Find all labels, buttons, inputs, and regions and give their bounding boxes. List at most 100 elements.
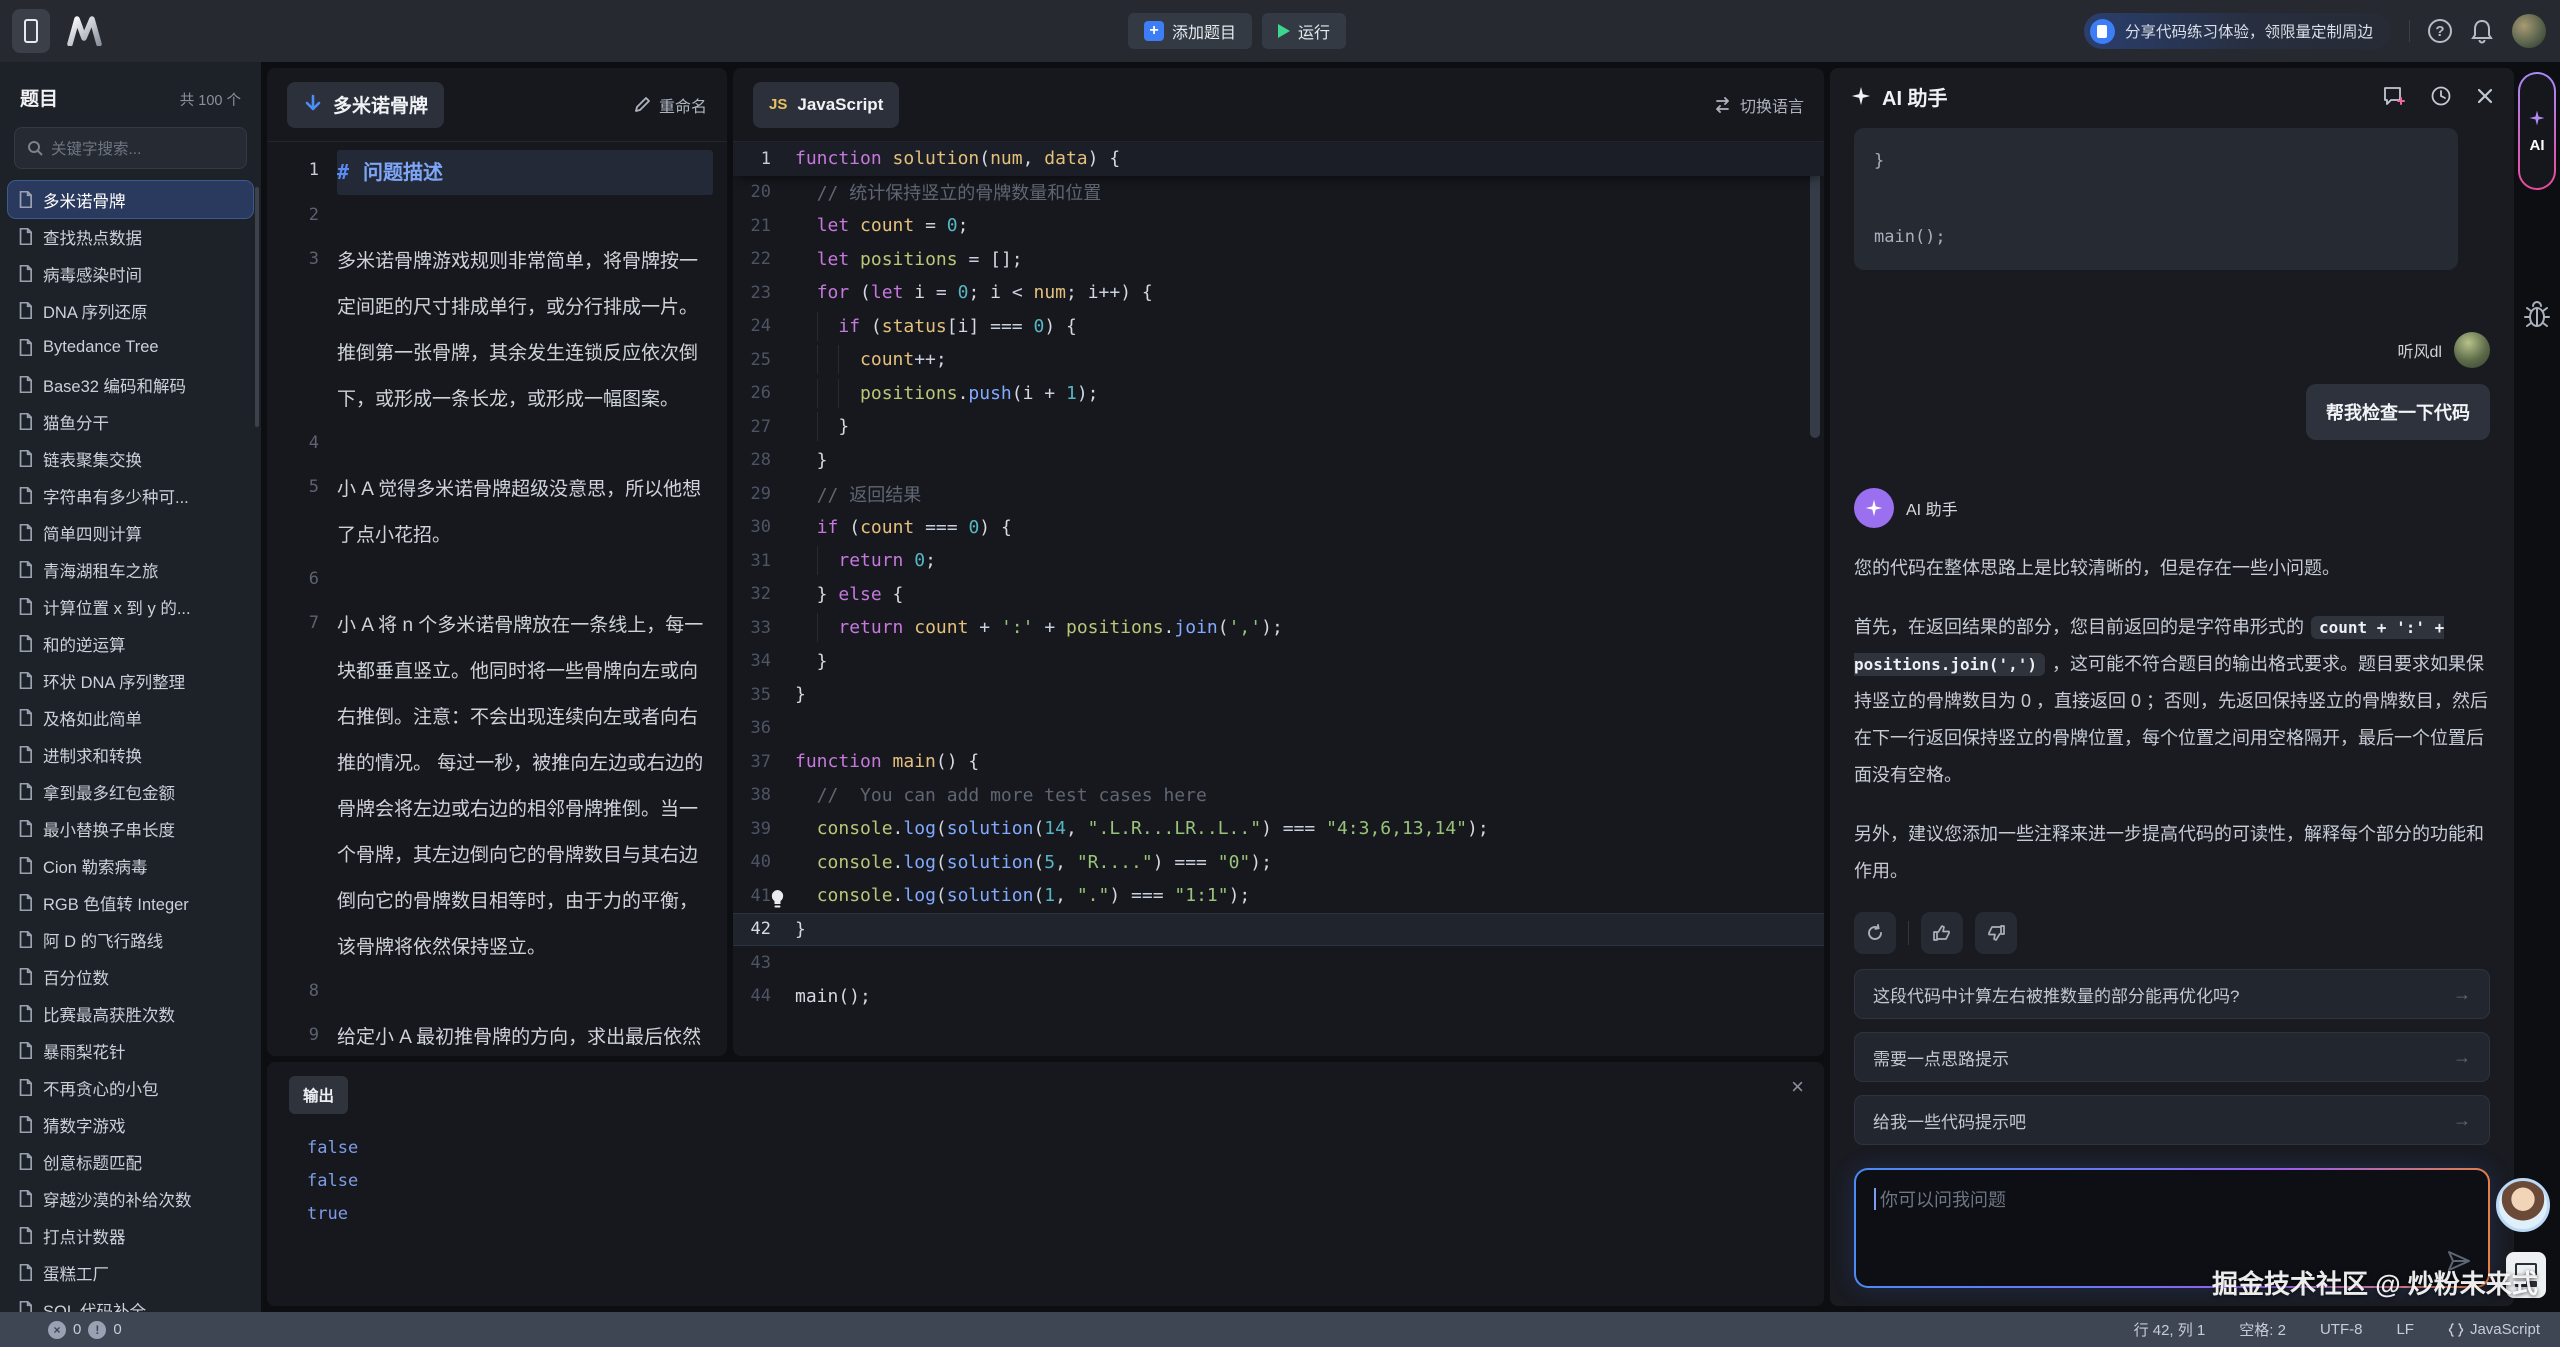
code-line[interactable]: 36 xyxy=(733,712,1824,746)
language-mode[interactable]: JavaScript xyxy=(2448,1321,2540,1338)
errors-icon[interactable]: × xyxy=(48,1321,66,1339)
thumbs-down-button[interactable] xyxy=(1975,912,2017,954)
indentation-setting[interactable]: 空格: 2 xyxy=(2239,1319,2286,1340)
add-question-button[interactable]: + 添加题目 xyxy=(1128,13,1252,49)
sidebar-item[interactable]: Base32 编码和解码 xyxy=(8,366,253,403)
code-line[interactable]: 29 // 返回结果 xyxy=(733,477,1824,511)
code-line[interactable]: 39 console.log(solution(14, ".L.R...LR..… xyxy=(733,812,1824,846)
sidebar-item[interactable]: 简单四则计算 xyxy=(8,514,253,551)
sidebar-item[interactable]: 蛋糕工厂 xyxy=(8,1254,253,1291)
line-number: 32 xyxy=(733,584,795,604)
sidebar-item[interactable]: 阿 D 的飞行路线 xyxy=(8,921,253,958)
code-line[interactable]: 38 // You can add more test cases here xyxy=(733,779,1824,813)
code-line[interactable]: 28 } xyxy=(733,444,1824,478)
code-line[interactable]: 20 // 统计保持竖立的骨牌数量和位置 xyxy=(733,176,1824,210)
code-line[interactable]: 23 for (let i = 0; i < num; i++) { xyxy=(733,276,1824,310)
regenerate-button[interactable] xyxy=(1854,912,1896,954)
warnings-icon[interactable]: ! xyxy=(88,1321,106,1339)
sidebar-item[interactable]: 比赛最高获胜次数 xyxy=(8,995,253,1032)
rename-button[interactable]: 重命名 xyxy=(634,93,707,117)
sidebar-item[interactable]: 链表聚集交换 xyxy=(8,440,253,477)
line-number: 2 xyxy=(267,195,337,239)
suggestion-chip[interactable]: 给我一些代码提示吧→ xyxy=(1854,1095,2490,1145)
close-icon[interactable]: × xyxy=(1791,1076,1804,1098)
suggestion-chip[interactable]: 这段代码中计算左右被推数量的部分能再优化吗?→ xyxy=(1854,969,2490,1019)
sidebar-item[interactable]: 穿越沙漠的补给次数 xyxy=(8,1180,253,1217)
sidebar-item[interactable]: 猫鱼分干 xyxy=(8,403,253,440)
user-avatar[interactable] xyxy=(2512,14,2546,48)
sidebar-item[interactable]: 创意标题匹配 xyxy=(8,1143,253,1180)
code-line[interactable]: 34 } xyxy=(733,645,1824,679)
sidebar-item[interactable]: 和的逆运算 xyxy=(8,625,253,662)
history-icon[interactable] xyxy=(2430,85,2452,107)
sidebar-item[interactable]: 查找热点数据 xyxy=(8,218,253,255)
code-line[interactable]: 42} xyxy=(733,913,1824,947)
ai-sidebar-toggle[interactable]: AI xyxy=(2518,72,2556,190)
code-line[interactable]: 43 xyxy=(733,946,1824,980)
editor-scrollbar[interactable] xyxy=(1810,148,1820,438)
sidebar-item[interactable]: 及格如此简单 xyxy=(8,699,253,736)
sidebar-item[interactable]: 环状 DNA 序列整理 xyxy=(8,662,253,699)
lightbulb-icon[interactable] xyxy=(769,889,786,909)
bell-icon[interactable] xyxy=(2470,18,2494,44)
sidebar-item[interactable]: DNA 序列还原 xyxy=(8,292,253,329)
sidebar-item[interactable]: 病毒感染时间 xyxy=(8,255,253,292)
sidebar-item[interactable]: 进制求和转换 xyxy=(8,736,253,773)
code-line[interactable]: 26 positions.push(i + 1); xyxy=(733,377,1824,411)
code-line[interactable]: 1function solution(num, data) { xyxy=(733,142,1824,176)
code-line[interactable]: 30 if (count === 0) { xyxy=(733,511,1824,545)
problem-tab[interactable]: 多米诺骨牌 xyxy=(287,82,444,128)
watermark-text: 掘金技术社区 @ 炒粉未来式 xyxy=(2212,1264,2538,1301)
code-line[interactable]: 21 let count = 0; xyxy=(733,209,1824,243)
close-icon[interactable] xyxy=(2476,87,2494,105)
code-line[interactable]: 33 return count + ':' + positions.join('… xyxy=(733,611,1824,645)
code-line[interactable]: 44main(); xyxy=(733,980,1824,1014)
code-line[interactable]: 40 console.log(solution(5, "R....") === … xyxy=(733,846,1824,880)
sidebar-item[interactable]: 百分位数 xyxy=(8,958,253,995)
sidebar-item[interactable]: 猜数字游戏 xyxy=(8,1106,253,1143)
sidebar-item[interactable]: Bytedance Tree xyxy=(8,329,253,366)
sidebar-item[interactable]: RGB 色值转 Integer xyxy=(8,884,253,921)
code-line[interactable]: 22 let positions = []; xyxy=(733,243,1824,277)
code-line[interactable]: 25 count++; xyxy=(733,343,1824,377)
text-caret xyxy=(1874,1188,1876,1210)
language-tab[interactable]: JS JavaScript xyxy=(753,82,899,128)
sidebar-item[interactable]: 青海湖租车之旅 xyxy=(8,551,253,588)
sidebar-item[interactable]: 打点计数器 xyxy=(8,1217,253,1254)
eol-setting[interactable]: LF xyxy=(2396,1321,2414,1338)
sidebar-item[interactable]: 不再贪心的小包 xyxy=(8,1069,253,1106)
code-line[interactable]: 41 console.log(solution(1, ".") === "1:1… xyxy=(733,879,1824,913)
code-line[interactable]: 35} xyxy=(733,678,1824,712)
encoding-setting[interactable]: UTF-8 xyxy=(2320,1321,2363,1338)
run-button[interactable]: 运行 xyxy=(1262,13,1346,49)
sidebar-scrollbar[interactable] xyxy=(255,187,259,427)
switch-language-button[interactable]: 切换语言 xyxy=(1713,93,1804,117)
assistant-character-avatar[interactable] xyxy=(2496,1178,2550,1232)
suggestion-chip[interactable]: 需要一点思路提示→ xyxy=(1854,1032,2490,1082)
help-icon[interactable]: ? xyxy=(2428,19,2452,43)
search-input[interactable]: 关键字搜索... xyxy=(14,127,247,169)
code-line[interactable]: 37function main() { xyxy=(733,745,1824,779)
output-tab[interactable]: 输出 xyxy=(289,1076,348,1114)
code-line[interactable]: 32 } else { xyxy=(733,578,1824,612)
new-chat-icon[interactable] xyxy=(2382,85,2406,107)
cursor-position[interactable]: 行 42, 列 1 xyxy=(2134,1319,2206,1340)
sidebar-item[interactable]: 拿到最多红包金额 xyxy=(8,773,253,810)
code-area[interactable]: 1function solution(num, data) {20 // 统计保… xyxy=(733,142,1824,1013)
sidebar-item[interactable]: 计算位置 x 到 y 的... xyxy=(8,588,253,625)
code-line[interactable]: 24 if (status[i] === 0) { xyxy=(733,310,1824,344)
workspace-icon-button[interactable] xyxy=(12,9,50,53)
sidebar-item[interactable]: 暴雨梨花针 xyxy=(8,1032,253,1069)
thumbs-up-button[interactable] xyxy=(1921,912,1963,954)
sidebar-item[interactable]: 最小替换子串长度 xyxy=(8,810,253,847)
problem-markdown[interactable]: 1#问题描述23多米诺骨牌游戏规则非常简单，将骨牌按一定间距的尺寸排成单行，或分… xyxy=(267,142,727,1056)
m-logo-icon xyxy=(66,16,106,46)
app-logo[interactable] xyxy=(66,16,106,46)
debug-bug-icon[interactable] xyxy=(2522,300,2552,330)
code-line[interactable]: 31 return 0; xyxy=(733,544,1824,578)
promo-banner[interactable]: 分享代码练习体验，领限量定制周边 xyxy=(2084,13,2391,49)
sidebar-item[interactable]: 多米诺骨牌 xyxy=(8,181,253,218)
code-line[interactable]: 27 } xyxy=(733,410,1824,444)
sidebar-item[interactable]: Cion 勒索病毒 xyxy=(8,847,253,884)
sidebar-item[interactable]: 字符串有多少种可... xyxy=(8,477,253,514)
